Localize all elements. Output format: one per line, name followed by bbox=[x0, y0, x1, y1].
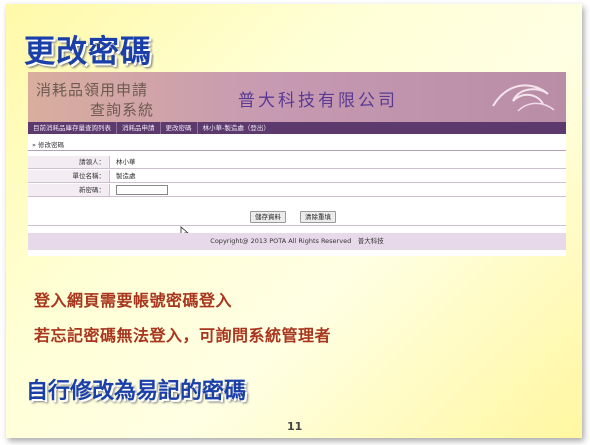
bullet-ask-admin: 若忘記密碼無法登入，可詢問系統管理者 bbox=[34, 326, 332, 345]
system-name-line1: 消耗品領用申請 bbox=[36, 81, 149, 99]
new-password-input[interactable] bbox=[116, 185, 168, 195]
bullet-login-required: 登入網頁需要帳號密碼登入 bbox=[34, 291, 233, 310]
clear-button[interactable]: 清除重填 bbox=[300, 211, 336, 223]
site-footer: Copyright@ 2013 POTA All Rights Reserved… bbox=[28, 233, 566, 250]
save-button[interactable]: 儲存資料 bbox=[250, 211, 286, 223]
form-row-unit: 單位名稱： 製造處 bbox=[28, 170, 566, 183]
form-row-new-password: 新密碼： bbox=[28, 184, 566, 197]
nav-bar: 目前消耗品庫存量查詢列表 消耗品申請 更改密碼 林小華-製造處（登出） bbox=[28, 122, 566, 134]
web-screenshot: 消耗品領用申請 查詢系統 普大科技有限公司 目前消耗品庫存量查詢列表 消耗品申請… bbox=[28, 72, 566, 256]
applicant-value: 林小華 bbox=[116, 158, 136, 166]
applicant-label: 請領人： bbox=[28, 156, 110, 168]
decorative-swirl-icon bbox=[492, 84, 555, 112]
nav-item-change-password[interactable]: 更改密碼 bbox=[161, 122, 198, 134]
new-password-label: 新密碼： bbox=[28, 184, 110, 196]
site-banner: 消耗品領用申請 查詢系統 普大科技有限公司 bbox=[28, 72, 566, 122]
unit-value: 製造處 bbox=[116, 172, 136, 180]
system-name-line2: 查詢系統 bbox=[90, 101, 155, 119]
slide-title: 更改密碼 bbox=[24, 34, 152, 70]
nav-item-apply[interactable]: 消耗品申請 bbox=[117, 122, 161, 134]
breadcrumb: » 修改密碼 bbox=[32, 141, 65, 149]
unit-label: 單位名稱： bbox=[28, 170, 110, 182]
company-name: 普大科技有限公司 bbox=[238, 91, 398, 111]
form-row-applicant: 請領人： 林小華 bbox=[28, 156, 566, 169]
divider bbox=[28, 150, 566, 151]
nav-item-stock-list[interactable]: 目前消耗品庫存量查詢列表 bbox=[28, 122, 117, 134]
page-number: 11 bbox=[287, 420, 303, 433]
button-row: 儲存資料 清除重填 bbox=[28, 208, 566, 226]
nav-item-logout[interactable]: 林小華-製造處（登出） bbox=[198, 122, 275, 134]
slide: 更改密碼 消耗品領用申請 查詢系統 普大科技有限公司 目前消耗品庫存量查詢列表 … bbox=[6, 4, 582, 438]
headline: 自行修改為易記的密碼 bbox=[26, 379, 247, 404]
